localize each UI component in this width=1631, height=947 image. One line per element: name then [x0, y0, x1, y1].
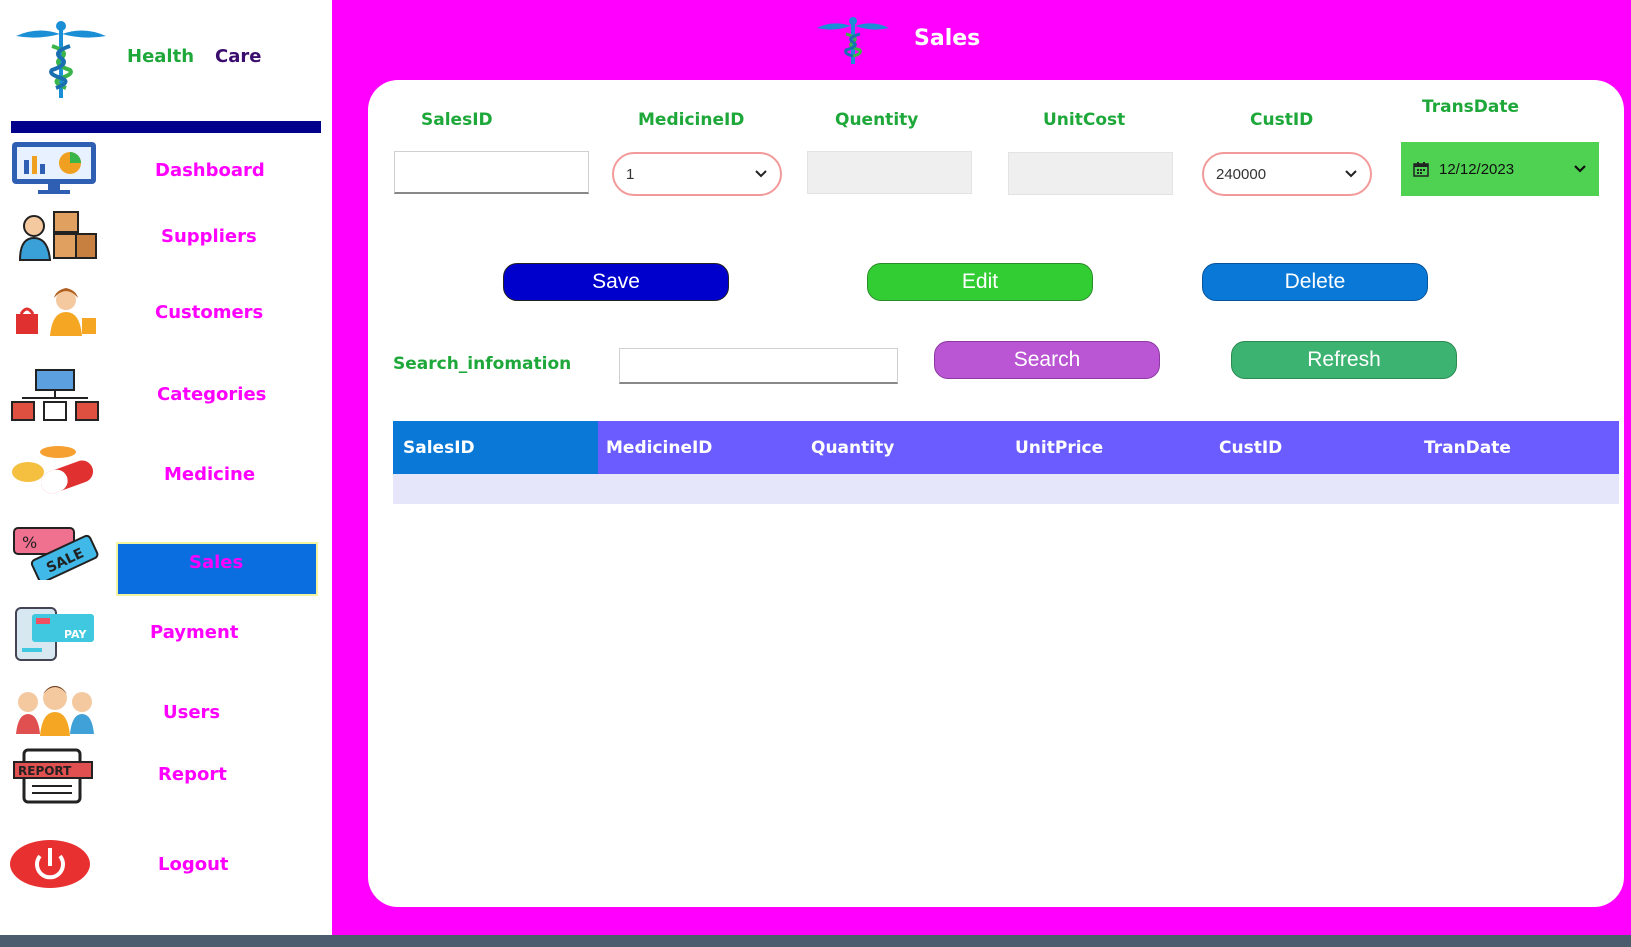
page-title: Sales [914, 26, 981, 51]
sidebar-item-medicine[interactable]: Medicine [0, 444, 332, 504]
taskbar-strip [0, 935, 1631, 947]
medicine-id-select[interactable]: 1 [612, 152, 782, 196]
caduceus-icon [16, 21, 106, 98]
dashboard-chart-icon [12, 142, 96, 194]
sidebar-item-suppliers[interactable]: Suppliers [0, 206, 332, 266]
unit-cost-input[interactable] [1008, 152, 1173, 195]
trans-date-value: 12/12/2023 [1439, 160, 1515, 178]
sidebar-item-label: Sales [189, 552, 244, 573]
brand-word-health: Health [127, 46, 195, 67]
column-header-medicineid[interactable]: MedicineID [606, 421, 796, 474]
sidebar-item-label: Logout [158, 854, 229, 875]
sales-id-label: SalesID [421, 110, 493, 130]
quantity-input[interactable] [807, 151, 972, 194]
medicine-id-value: 1 [626, 165, 635, 183]
edit-button[interactable]: Edit [867, 263, 1093, 301]
table-row[interactable] [393, 474, 1619, 504]
power-icon [10, 840, 90, 888]
pills-icon [12, 446, 94, 494]
sidebar-item-sales[interactable]: % SALE Sales [0, 524, 332, 584]
sidebar-item-logout[interactable]: Logout [0, 836, 332, 896]
sidebar-item-label: Customers [155, 302, 264, 323]
sidebar-item-users[interactable]: Users [0, 680, 332, 740]
column-header-salesid[interactable]: SalesID [393, 421, 598, 474]
chevron-down-icon [755, 170, 767, 178]
svg-text:%: % [22, 533, 37, 552]
column-header-custid[interactable]: CustID [1219, 421, 1409, 474]
sidebar-divider [11, 121, 321, 133]
calendar-icon [1413, 162, 1429, 177]
report-icon: REPORT [13, 748, 93, 804]
column-header-quantity[interactable]: Quantity [811, 421, 1001, 474]
shopping-customer-icon [16, 288, 96, 336]
sidebar-item-dashboard[interactable]: Dashboard [0, 140, 332, 200]
sidebar-item-label: Report [158, 764, 227, 785]
search-label: Search_infomation [393, 354, 572, 374]
brand-word-care: Care [215, 46, 262, 67]
pay-card-icon: PAY [15, 607, 94, 661]
sidebar: Health Care Dashboard Suppliers Customer… [0, 0, 332, 947]
sidebar-item-label: Users [163, 702, 221, 723]
save-button[interactable]: Save [503, 263, 729, 301]
quantity-label: Quentity [835, 110, 919, 130]
chevron-down-icon [1574, 165, 1586, 173]
column-header-unitprice[interactable]: UnitPrice [1015, 421, 1205, 474]
sidebar-item-label: Medicine [164, 464, 256, 485]
users-group-icon [16, 686, 94, 736]
delete-button[interactable]: Delete [1202, 263, 1428, 301]
search-button[interactable]: Search [934, 341, 1160, 379]
sidebar-item-label: Suppliers [161, 226, 257, 247]
sidebar-item-payment[interactable]: PAY Payment [0, 604, 332, 664]
svg-text:REPORT: REPORT [18, 764, 72, 778]
sidebar-item-report[interactable]: REPORT Report [0, 746, 332, 806]
table-header: SalesID MedicineID Quantity UnitPrice Cu… [393, 421, 1619, 474]
sidebar-item-label: Dashboard [155, 160, 265, 181]
sidebar-item-label: Payment [150, 622, 239, 643]
trans-date-label: TransDate [1422, 97, 1520, 117]
search-input[interactable] [619, 348, 898, 384]
chevron-down-icon [1345, 170, 1357, 178]
hierarchy-icon [11, 369, 99, 421]
sale-tag-icon: % SALE [13, 527, 99, 580]
refresh-button[interactable]: Refresh [1231, 341, 1457, 379]
supplier-boxes-icon [18, 211, 97, 261]
svg-text:PAY: PAY [64, 628, 88, 641]
sidebar-item-label: Categories [157, 384, 267, 405]
caduceus-icon [817, 17, 889, 64]
sales-id-input[interactable] [394, 151, 589, 194]
sidebar-item-categories[interactable]: Categories [0, 368, 332, 428]
cust-id-value: 240000 [1216, 165, 1267, 183]
cust-id-select[interactable]: 240000 [1202, 152, 1372, 196]
sidebar-item-customers[interactable]: Customers [0, 282, 332, 342]
column-header-trandate[interactable]: TranDate [1424, 421, 1614, 474]
medicine-id-label: MedicineID [638, 110, 745, 130]
cust-id-label: CustID [1250, 110, 1314, 130]
trans-date-picker[interactable]: 12/12/2023 [1401, 142, 1599, 196]
unit-cost-label: UnitCost [1043, 110, 1126, 130]
